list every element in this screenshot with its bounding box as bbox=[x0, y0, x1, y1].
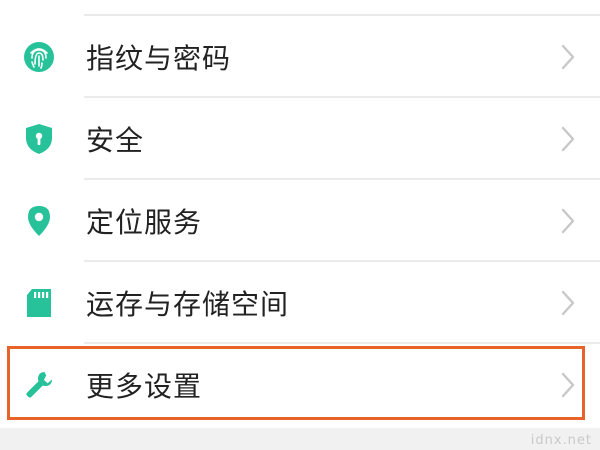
settings-item-label: 更多设置 bbox=[86, 370, 203, 403]
chevron-right-icon bbox=[561, 126, 575, 152]
location-pin-icon bbox=[22, 204, 56, 238]
settings-item-location-services[interactable]: 定位服务 bbox=[0, 180, 600, 262]
settings-item-label: 指纹与密码 bbox=[86, 42, 232, 75]
bottom-band: idnx.net bbox=[0, 428, 600, 450]
chevron-right-icon bbox=[561, 208, 575, 234]
chevron-right-icon bbox=[561, 44, 575, 70]
shield-icon bbox=[22, 122, 56, 156]
sd-card-icon bbox=[22, 286, 56, 320]
settings-item-label: 运存与存储空间 bbox=[86, 288, 290, 321]
chevron-right-icon bbox=[561, 372, 575, 398]
watermark: idnx.net bbox=[530, 433, 592, 448]
settings-screen: 指纹与密码 安全 定位服务 运存与存储空间 更多设置 idnx.net bbox=[0, 0, 600, 450]
settings-item-fingerprint-password[interactable]: 指纹与密码 bbox=[0, 16, 600, 98]
wrench-icon bbox=[22, 368, 56, 402]
settings-list: 指纹与密码 安全 定位服务 运存与存储空间 更多设置 bbox=[0, 16, 600, 426]
settings-item-memory-storage[interactable]: 运存与存储空间 bbox=[0, 262, 600, 344]
chevron-right-icon bbox=[561, 290, 575, 316]
fingerprint-icon bbox=[22, 40, 56, 74]
settings-item-security[interactable]: 安全 bbox=[0, 98, 600, 180]
settings-item-label: 安全 bbox=[86, 124, 145, 157]
settings-item-label: 定位服务 bbox=[86, 206, 203, 239]
settings-item-more-settings[interactable]: 更多设置 bbox=[0, 344, 600, 426]
